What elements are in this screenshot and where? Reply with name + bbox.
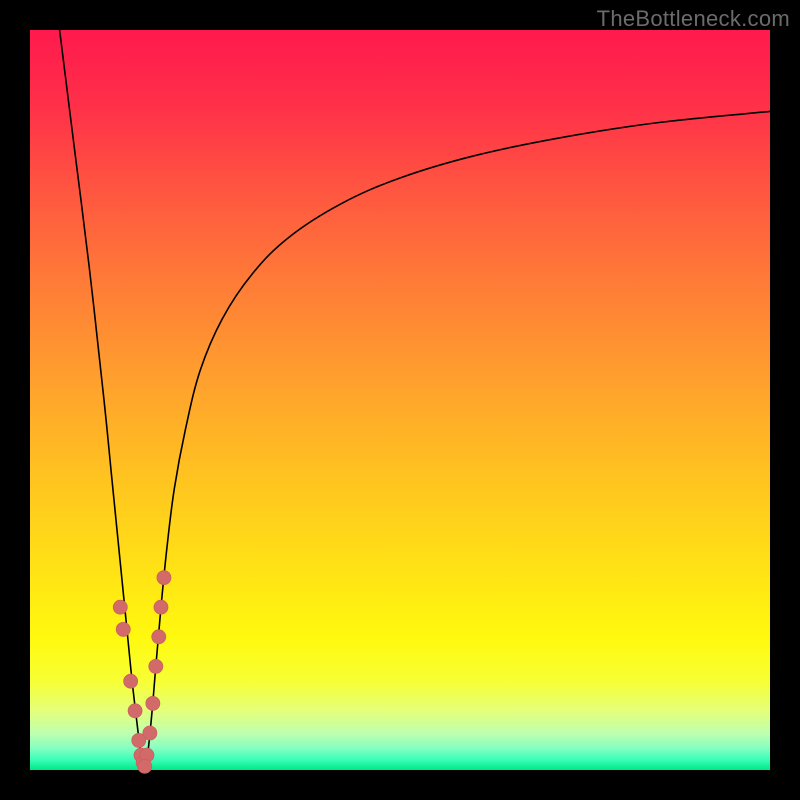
plot-area [30,30,770,770]
left-dot-1 [113,600,127,614]
curve-right [145,111,770,770]
right-cap-2 [152,630,166,644]
right-cap-6 [143,726,157,740]
watermark-label: TheBottleneck.com [597,6,790,32]
right-cap-3 [154,600,168,614]
right-cap-4 [157,571,171,585]
data-markers [113,571,171,774]
right-cap-8 [138,759,152,773]
right-cap-5 [146,696,160,710]
chart-container: TheBottleneck.com [0,0,800,800]
chart-svg [30,30,770,770]
left-dot-3 [124,674,138,688]
right-cap-1 [149,659,163,673]
left-dot-4 [128,704,142,718]
left-dot-2 [116,622,130,636]
curve-left [60,30,145,770]
